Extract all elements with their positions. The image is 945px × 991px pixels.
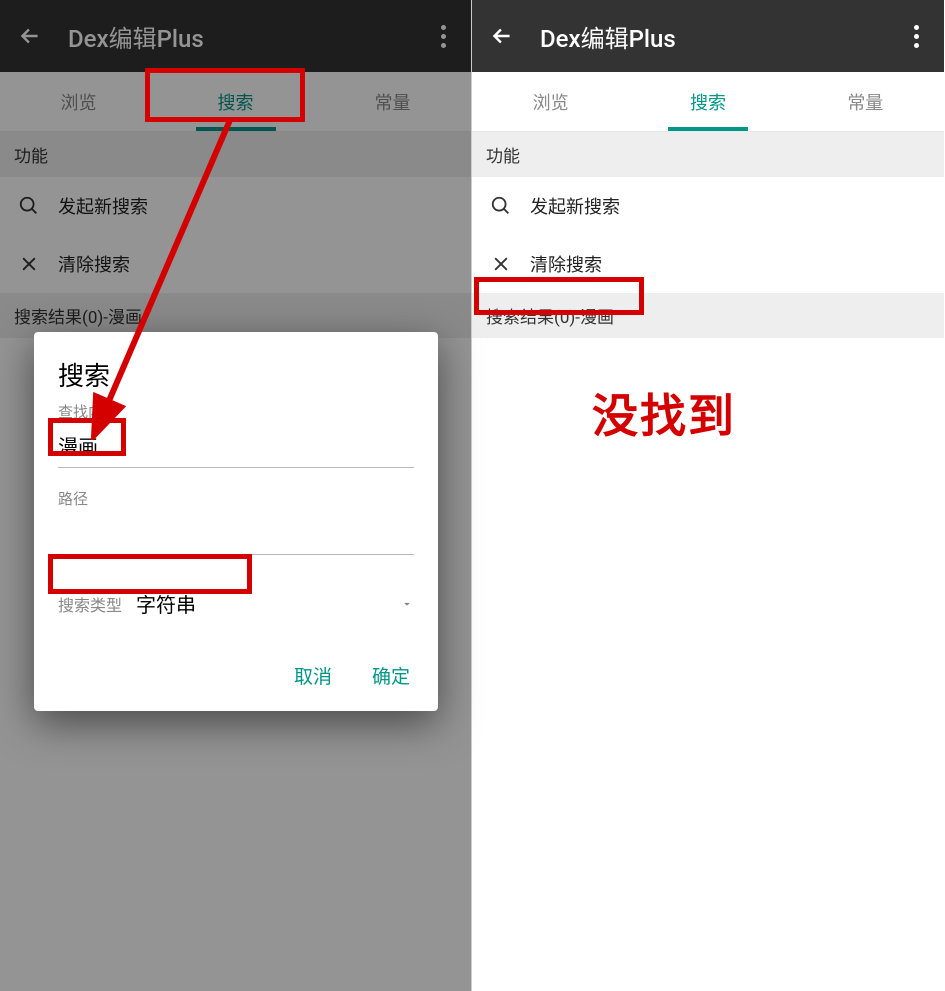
back-icon[interactable]: [16, 22, 44, 50]
dialog-title: 搜索: [58, 356, 414, 393]
cancel-button[interactable]: 取消: [290, 654, 336, 697]
tab-bar: 浏览 搜索 常量: [0, 72, 471, 132]
close-icon: [18, 253, 40, 275]
back-icon[interactable]: [488, 22, 516, 50]
item-label: 发起新搜索: [58, 193, 148, 219]
search-dialog: 搜索 查找内容 路径 搜索类型 字符串 取消 确定: [34, 332, 438, 711]
annotation-not-found: 没找到: [592, 380, 736, 446]
ok-button[interactable]: 确定: [368, 654, 414, 697]
tab-const[interactable]: 常量: [314, 72, 471, 131]
tab-search[interactable]: 搜索: [629, 72, 786, 131]
appbar-left: Dex编辑Plus: [0, 0, 471, 72]
content-input[interactable]: [58, 426, 414, 468]
app-title: Dex编辑Plus: [68, 19, 431, 54]
search-icon: [18, 195, 40, 217]
overflow-menu-icon[interactable]: [904, 24, 928, 48]
section-functions: 功能: [472, 132, 944, 177]
item-new-search[interactable]: 发起新搜索: [0, 177, 471, 235]
item-label: 清除搜索: [58, 251, 130, 277]
tab-browse[interactable]: 浏览: [0, 72, 157, 131]
path-hint: 路径: [58, 488, 414, 509]
tab-browse[interactable]: 浏览: [472, 72, 629, 131]
item-new-search[interactable]: 发起新搜索: [472, 177, 944, 235]
section-functions: 功能: [0, 132, 471, 177]
item-clear-search[interactable]: 清除搜索: [472, 235, 944, 293]
appbar-right: Dex编辑Plus: [472, 0, 944, 72]
section-results-right: 搜索结果(0)-漫画: [472, 293, 944, 338]
tab-const[interactable]: 常量: [787, 72, 944, 131]
search-type-selector[interactable]: 搜索类型 字符串: [58, 583, 414, 624]
overflow-menu-icon[interactable]: [431, 24, 455, 48]
item-label: 发起新搜索: [530, 193, 620, 219]
search-icon: [490, 195, 512, 217]
dropdown-icon: [400, 597, 414, 611]
app-title: Dex编辑Plus: [540, 19, 904, 54]
type-value: 字符串: [136, 589, 400, 618]
close-icon: [490, 253, 512, 275]
item-clear-search[interactable]: 清除搜索: [0, 235, 471, 293]
path-input[interactable]: [58, 513, 414, 555]
item-label: 清除搜索: [530, 251, 602, 277]
tab-search[interactable]: 搜索: [157, 72, 314, 131]
content-hint: 查找内容: [58, 401, 414, 422]
type-label: 搜索类型: [58, 592, 122, 616]
dialog-actions: 取消 确定: [58, 654, 414, 697]
tab-bar: 浏览 搜索 常量: [472, 72, 944, 132]
